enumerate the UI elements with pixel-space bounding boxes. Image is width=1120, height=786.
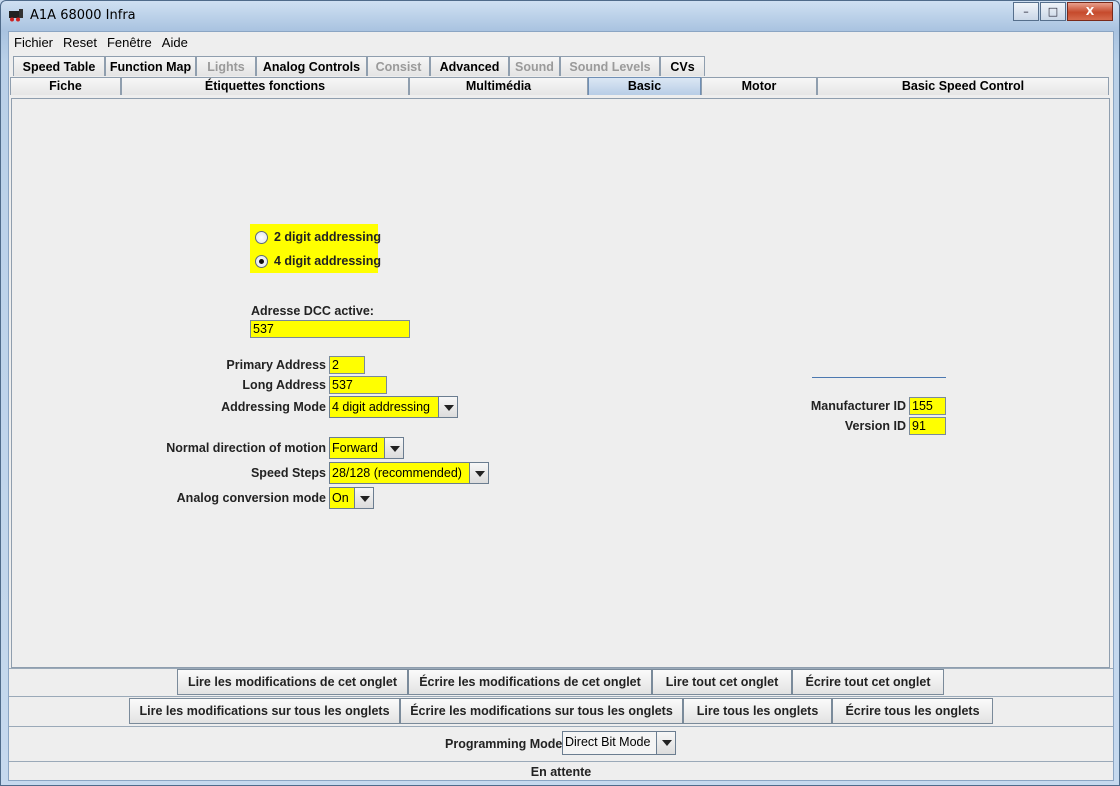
direction-select[interactable]: Forward [329, 437, 404, 459]
radio-button-2-digit[interactable] [255, 230, 268, 244]
manufacturer-id-field[interactable]: 155 [909, 397, 946, 415]
direction-value: Forward [332, 441, 378, 455]
menu-fenetre[interactable]: Fenêtre [102, 32, 157, 54]
close-button[interactable]: X [1067, 2, 1113, 21]
radio-2-digit-label: 2 digit addressing [274, 230, 381, 244]
analog-conversion-value: On [332, 491, 349, 505]
tab-basic-speed-control[interactable]: Basic Speed Control [817, 77, 1109, 95]
addressing-mode-value: 4 digit addressing [332, 400, 430, 414]
read-all-tab-button[interactable]: Lire tout cet onglet [652, 669, 792, 695]
tab-consist: Consist [367, 56, 430, 76]
minimize-button[interactable]: – [1013, 2, 1039, 21]
separator-line [812, 377, 946, 378]
version-id-label: Version ID [844, 419, 906, 433]
tab-speed-table-label[interactable]: Speed Table [13, 56, 105, 76]
tab-sound-levels: Sound Levels [560, 56, 660, 76]
addressing-radio-group: 2 digit addressing 4 digit addressing [250, 224, 381, 273]
read-changes-tab-button[interactable]: Lire les modifications de cet onglet [177, 669, 408, 695]
tab-sound: Sound [509, 56, 560, 76]
divider [9, 696, 1113, 697]
read-changes-all-tabs-button[interactable]: Lire les modifications sur tous les ongl… [129, 698, 400, 724]
speed-steps-select[interactable]: 28/128 (recommended) [329, 462, 489, 484]
locomotive-icon [9, 9, 23, 22]
write-all-tabs-button[interactable]: Écrire tous les onglets [832, 698, 993, 724]
tab-fiche[interactable]: Fiche [10, 77, 121, 95]
primary-address-field[interactable]: 2 [329, 356, 365, 374]
analog-conversion-label: Analog conversion mode [176, 491, 326, 505]
long-address-label: Long Address [242, 378, 326, 392]
status-text: En attente [530, 765, 592, 779]
divider [9, 761, 1113, 762]
tab-row-bottom: Fiche Étiquettes fonctions Multimédia Ba… [10, 77, 1109, 95]
title-bar[interactable]: A1A 68000 Infra – □ X [1, 1, 1119, 31]
menu-reset[interactable]: Reset [58, 32, 102, 54]
tab-etiquettes-fonctions[interactable]: Étiquettes fonctions [121, 77, 409, 95]
radio-4-digit[interactable]: 4 digit addressing [255, 251, 381, 271]
divider [9, 726, 1113, 727]
menu-fichier[interactable]: Fichier [9, 32, 58, 54]
programming-mode-value: Direct Bit Mode [565, 735, 651, 749]
chevron-down-icon[interactable] [384, 438, 403, 458]
chevron-down-icon[interactable] [656, 732, 675, 754]
tab-analog-controls[interactable]: Analog Controls [256, 56, 367, 76]
version-id-field[interactable]: 91 [909, 417, 946, 435]
dcc-address-label: Adresse DCC active: [251, 304, 374, 318]
dcc-address-field[interactable]: 537 [250, 320, 410, 338]
programming-mode-select[interactable]: Direct Bit Mode [562, 731, 676, 755]
long-address-field[interactable]: 537 [329, 376, 387, 394]
speed-steps-value: 28/128 (recommended) [332, 466, 462, 480]
application-window: A1A 68000 Infra – □ X Fichier Reset Fenê… [0, 0, 1120, 786]
radio-button-4-digit[interactable] [255, 254, 268, 268]
write-changes-all-tabs-button[interactable]: Écrire les modifications sur tous les on… [400, 698, 683, 724]
programming-mode-label: Programming Mode [445, 737, 563, 751]
write-changes-tab-button[interactable]: Écrire les modifications de cet onglet [408, 669, 652, 695]
tab-lights: Lights [196, 56, 256, 76]
read-all-tabs-button[interactable]: Lire tous les onglets [683, 698, 832, 724]
window-title: A1A 68000 Infra [30, 8, 136, 23]
tab-advanced[interactable]: Advanced [430, 56, 509, 76]
direction-label: Normal direction of motion [166, 441, 326, 455]
manufacturer-id-label: Manufacturer ID [810, 399, 906, 413]
speed-steps-label: Speed Steps [250, 466, 326, 480]
chevron-down-icon[interactable] [469, 463, 488, 483]
chevron-down-icon[interactable] [438, 397, 457, 417]
addressing-mode-select[interactable]: 4 digit addressing [329, 396, 458, 418]
analog-conversion-select[interactable]: On [329, 487, 374, 509]
write-all-tab-button[interactable]: Écrire tout cet onglet [792, 669, 944, 695]
tab-multimedia[interactable]: Multimédia [409, 77, 588, 95]
maximize-button[interactable]: □ [1040, 2, 1066, 21]
addressing-mode-label: Addressing Mode [221, 400, 326, 414]
radio-2-digit[interactable]: 2 digit addressing [255, 227, 381, 247]
tab-basic[interactable]: Basic [588, 77, 701, 95]
primary-address-label: Primary Address [226, 358, 326, 372]
tab-function-map-label[interactable]: Function Map [105, 56, 196, 76]
tab-motor[interactable]: Motor [701, 77, 817, 95]
radio-4-digit-label: 4 digit addressing [274, 254, 381, 268]
chevron-down-icon[interactable] [354, 488, 373, 508]
menu-bar: Fichier Reset Fenêtre Aide [9, 32, 1113, 54]
menu-aide[interactable]: Aide [157, 32, 193, 54]
tab-cvs[interactable]: CVs [660, 56, 705, 76]
